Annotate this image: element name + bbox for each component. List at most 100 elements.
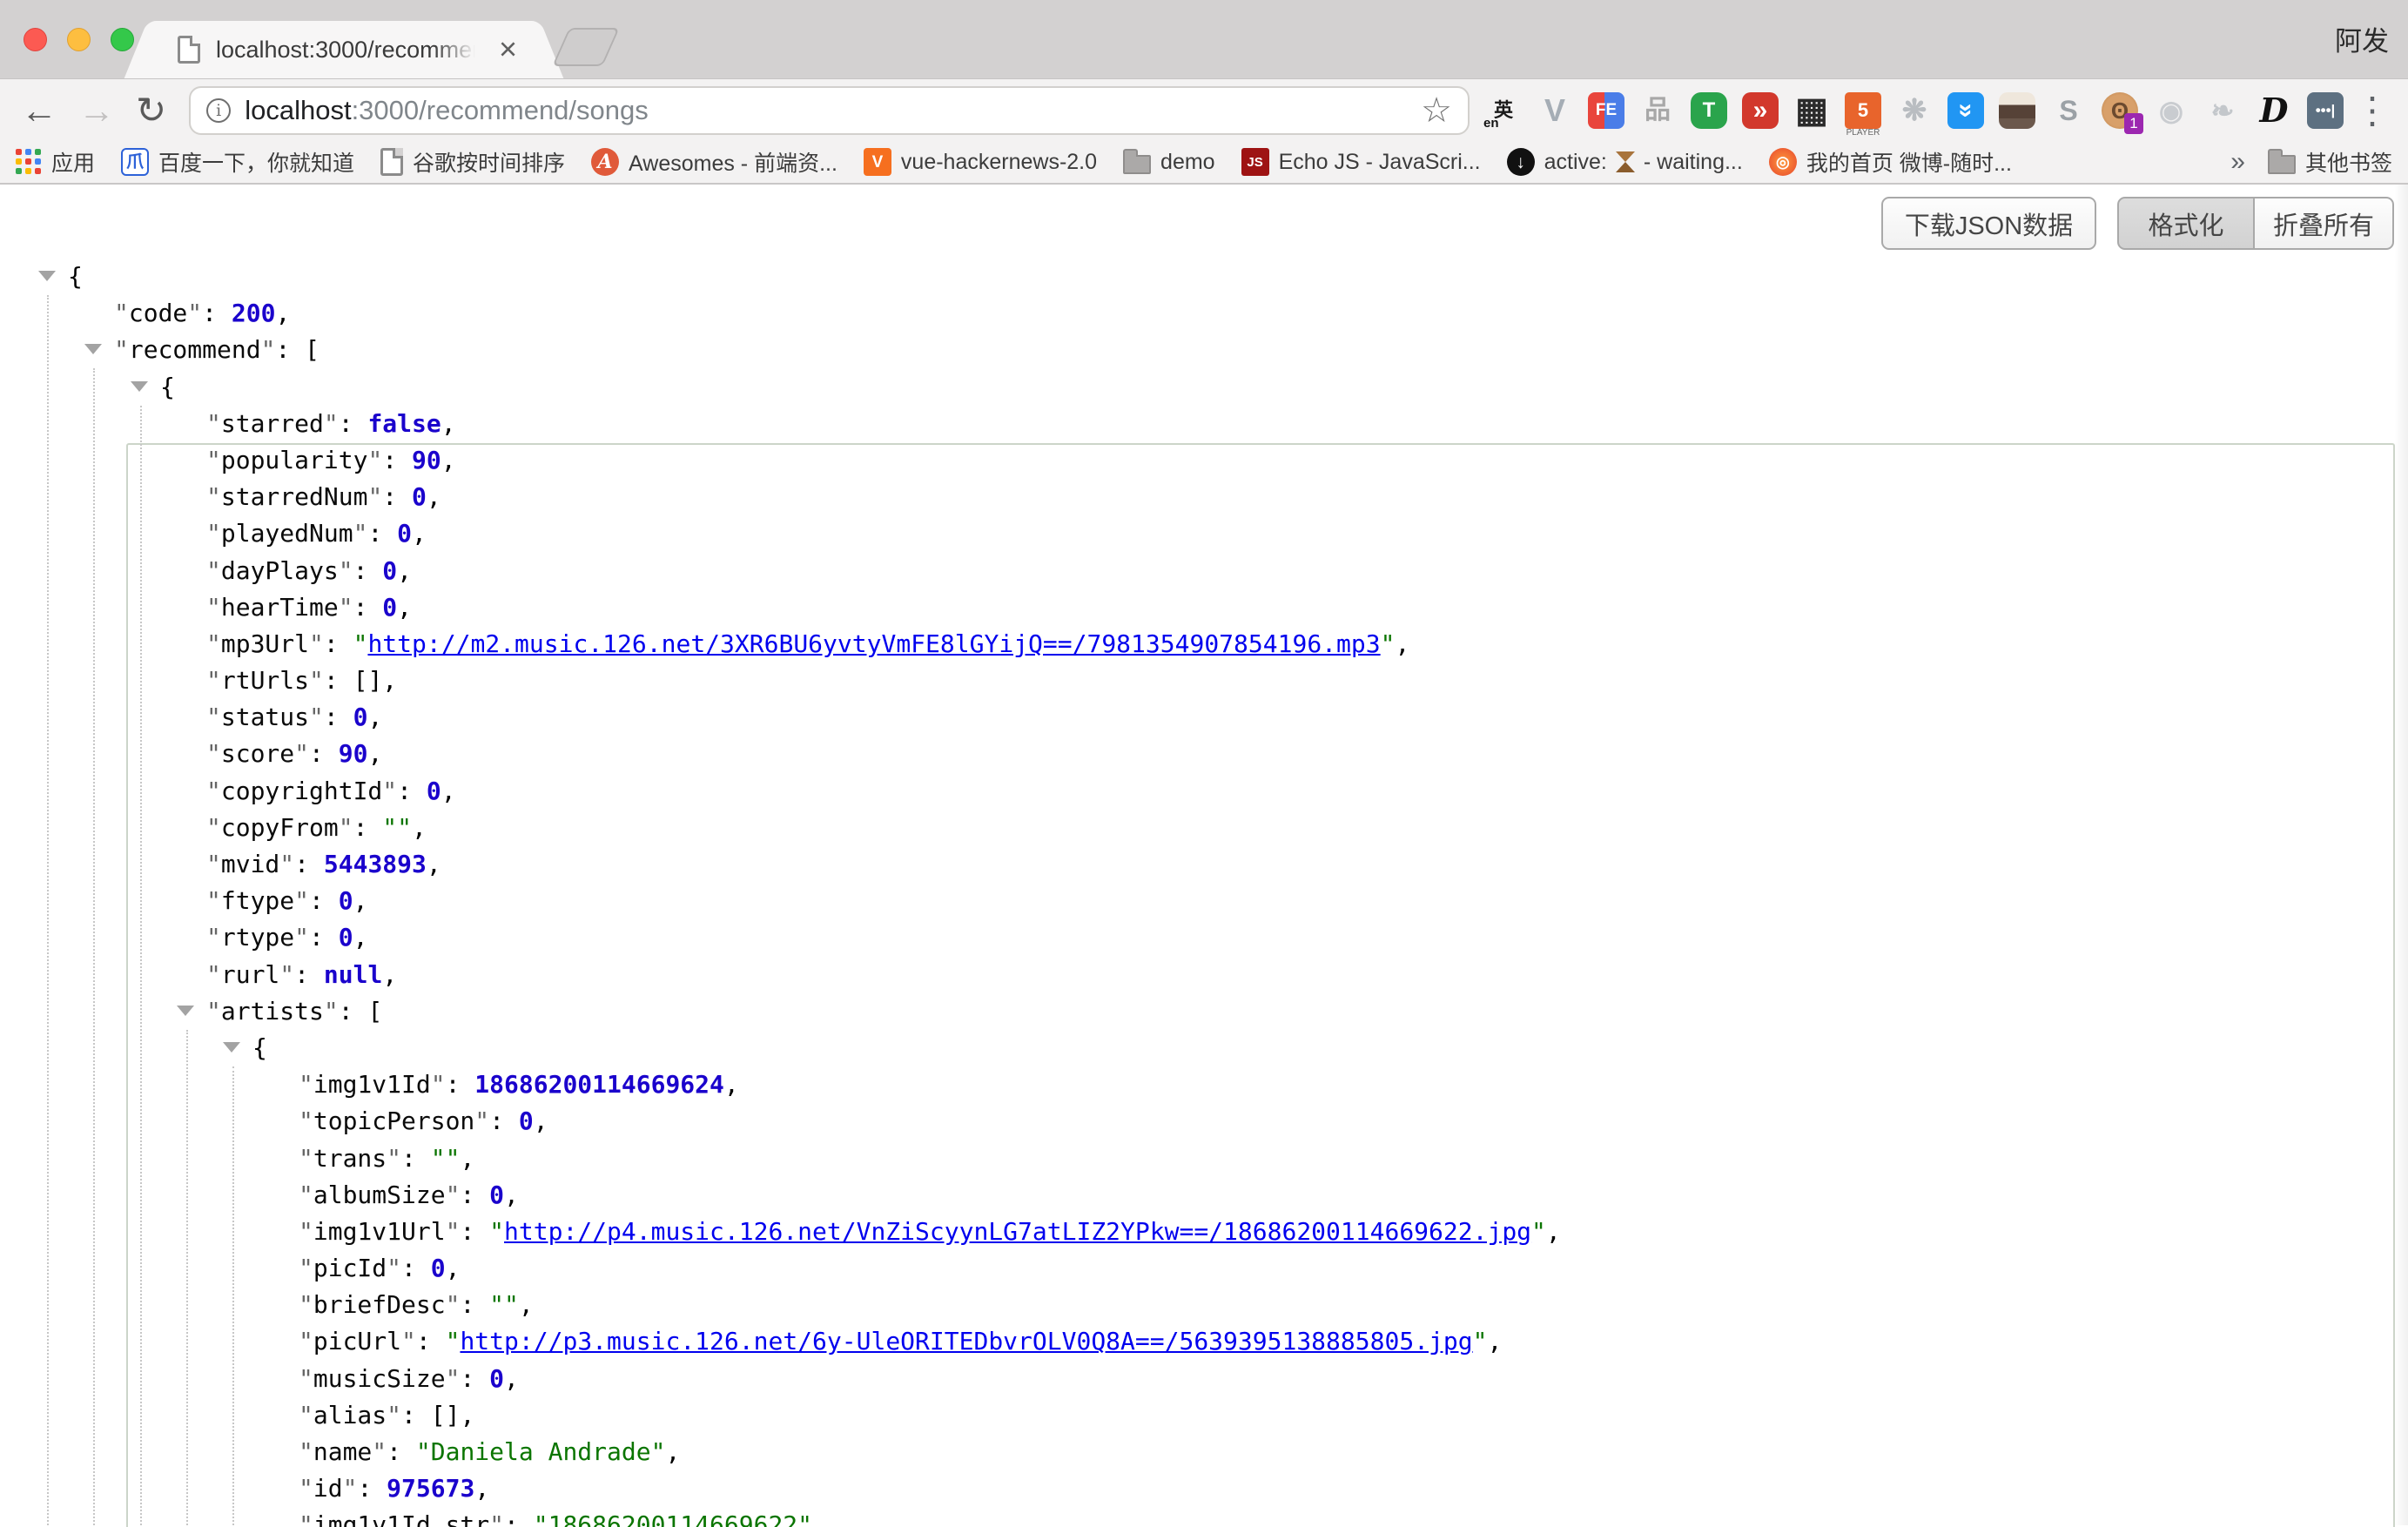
json-quote: " <box>299 1290 313 1319</box>
bookmark-vue-hackernews[interactable]: Vvue-hackernews-2.0 <box>864 148 1097 176</box>
bookmark-weibo-home[interactable]: ◎我的首页 微博-随时... <box>1769 146 2012 178</box>
fe-icon[interactable]: FE <box>1584 89 1628 132</box>
json-quote: " <box>299 1401 313 1429</box>
page-favicon-icon <box>178 36 200 64</box>
json-punct: , <box>474 1474 489 1503</box>
bird-icon[interactable]: ❧ <box>2201 89 2244 132</box>
bookmark-label: vue-hackernews-2.0 <box>901 150 1097 175</box>
vue-devtools-icon[interactable]: V <box>1533 89 1577 132</box>
qr-code-icon[interactable]: ▦ <box>1790 89 1833 132</box>
json-string: "Daniela Andrade" <box>416 1437 666 1466</box>
json-punct: : [ <box>275 335 319 364</box>
collapse-triangle-icon[interactable] <box>38 271 56 281</box>
json-quote: " <box>299 1070 313 1099</box>
collapse-all-button[interactable]: 折叠所有 <box>2255 197 2394 250</box>
json-quote: " <box>206 482 221 511</box>
bookmarks-overflow-chevron[interactable]: » <box>2230 147 2245 177</box>
url-host: localhost <box>245 95 351 125</box>
bookmark-demo-folder[interactable]: demo <box>1123 150 1215 175</box>
bookmark-active[interactable]: ↓active:- waiting... <box>1507 148 1743 176</box>
bookmark-star-icon[interactable]: ☆ <box>1421 93 1452 128</box>
bookmark-apps[interactable]: 应用 <box>16 146 95 178</box>
json-link[interactable]: http://p3.music.126.net/6y-UleORITEDbvrO… <box>460 1327 1472 1355</box>
json-punct: : <box>339 409 368 438</box>
json-number: false <box>367 409 441 438</box>
json-key: recommend <box>129 335 261 364</box>
page-info-icon[interactable]: i <box>206 98 231 123</box>
json-quote: " <box>206 409 221 438</box>
weibo-ext-icon[interactable]: ◉ <box>2149 89 2193 132</box>
bookmark-awesomes[interactable]: AAwesomes - 前端资... <box>591 146 837 178</box>
zoom-window-button[interactable] <box>111 28 134 51</box>
json-link[interactable]: http://p4.music.126.net/VnZiScyynLG7atLI… <box>504 1217 1531 1246</box>
collapse-triangle-icon[interactable] <box>84 344 102 354</box>
json-punct: , <box>460 1144 474 1173</box>
password-icon[interactable]: •••| <box>2304 89 2347 132</box>
json-number: 0 <box>353 703 368 731</box>
fast-forward-icon[interactable]: » <box>1739 89 1782 132</box>
json-number: 0 <box>489 1181 504 1209</box>
shield-t-icon[interactable]: T <box>1687 89 1731 132</box>
browser-menu-button[interactable]: ⋮ <box>2354 92 2391 129</box>
bookmark-echo-js[interactable]: JSEcho JS - JavaScri... <box>1241 148 1481 176</box>
json-punct: : <box>353 593 383 622</box>
json-key: status <box>221 703 309 731</box>
json-punct: , <box>353 886 368 915</box>
json-line: "artists": [ <box>0 993 2408 1030</box>
json-punct: : <box>489 1107 519 1135</box>
extension-badge: 1 <box>2124 113 2143 134</box>
bookmark-google-sort[interactable]: 谷歌按时间排序 <box>380 146 565 178</box>
browser-tab[interactable]: localhost:3000/recommend/so × <box>157 21 531 78</box>
translate-icon[interactable]: 英en <box>1482 89 1525 132</box>
extensions-row: 英enVFE品T»▦5PLAYER❋»Sʘ1◉❧D•••| <box>1482 89 2347 132</box>
bookmarks-items: 应用爪百度一下，你就知道 谷歌按时间排序 AAwesomes - 前端资... Vvu… <box>16 146 2038 178</box>
json-punct: { <box>160 373 175 401</box>
double-down-icon[interactable]: » <box>1944 89 1988 132</box>
json-number: 0 <box>397 519 412 548</box>
tab-close-icon[interactable]: × <box>499 33 517 64</box>
json-quote: " <box>446 1181 461 1209</box>
bookmark-label: demo <box>1160 150 1215 175</box>
profile-name[interactable]: 阿发 <box>2335 19 2389 58</box>
back-button[interactable]: ← <box>21 92 57 129</box>
format-button[interactable]: 格式化 <box>2117 197 2255 250</box>
mask-icon[interactable] <box>1995 89 2039 132</box>
folder-icon <box>2268 155 2296 174</box>
json-link[interactable]: http://m2.music.126.net/3XR6BU6yvtyVmFE8… <box>367 629 1380 658</box>
paw-icon[interactable]: ❋ <box>1893 89 1936 132</box>
collapse-triangle-icon[interactable] <box>177 1006 194 1016</box>
reload-button[interactable]: ↻ <box>136 92 166 129</box>
json-quote: " <box>299 1437 313 1466</box>
json-line: "rurl": null, <box>0 957 2408 993</box>
json-key: starred <box>221 409 324 438</box>
json-link-value: "http://p4.music.126.net/VnZiScyynLG7atL… <box>489 1217 1546 1246</box>
json-key: rtUrls <box>221 666 309 695</box>
download-json-button[interactable]: 下载JSON数据 <box>1881 197 2096 250</box>
bookmark-baidu[interactable]: 爪百度一下，你就知道 <box>121 146 354 178</box>
s-icon[interactable]: S <box>2047 89 2090 132</box>
forward-button[interactable]: → <box>78 92 115 129</box>
minimize-window-button[interactable] <box>67 28 91 51</box>
sitemap-icon[interactable]: 品 <box>1636 89 1679 132</box>
json-line: "alias": [], <box>0 1397 2408 1434</box>
json-key: artists <box>221 997 324 1026</box>
json-punct: : [], <box>324 666 397 695</box>
bookmark-label: 谷歌按时间排序 <box>413 146 565 178</box>
collapse-triangle-icon[interactable] <box>223 1042 240 1053</box>
close-window-button[interactable] <box>24 28 47 51</box>
json-key: name <box>313 1437 372 1466</box>
h5-player-icon[interactable]: 5PLAYER <box>1841 89 1885 132</box>
collapse-triangle-icon[interactable] <box>131 381 148 392</box>
address-bar[interactable]: i localhost:3000/recommend/songs ☆ <box>189 86 1470 135</box>
json-key: hearTime <box>221 593 339 622</box>
json-punct: : <box>401 1144 431 1173</box>
monkey-icon[interactable]: ʘ1 <box>2098 89 2142 132</box>
json-quote: " <box>206 997 221 1026</box>
scrollbar-area[interactable] <box>2394 185 2408 1525</box>
d-icon[interactable]: D <box>2252 89 2296 132</box>
json-punct: , <box>534 1107 548 1135</box>
bookmark-other-bookmarks[interactable]: 其他书签 <box>2268 146 2392 178</box>
new-tab-button[interactable] <box>552 28 620 66</box>
json-string: "18686200114669622" <box>534 1510 812 1527</box>
json-quote: " <box>206 850 221 878</box>
